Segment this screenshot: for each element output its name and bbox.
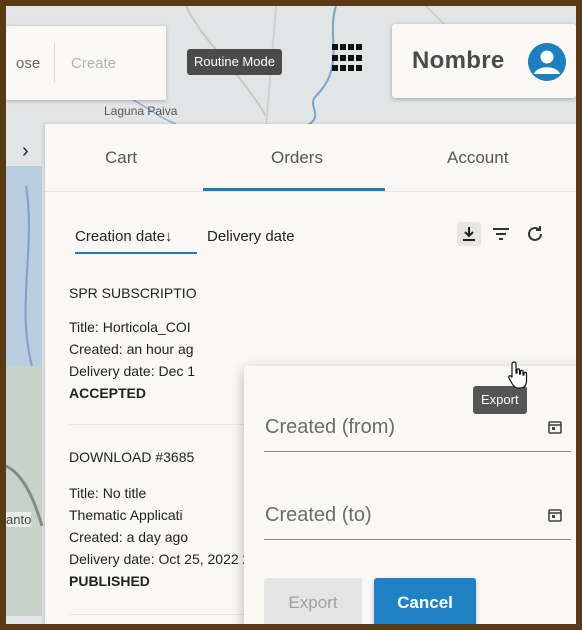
tab-account[interactable]: Account: [447, 148, 508, 168]
orders-panel: Cart Orders Account Creation date↓ Deliv…: [45, 124, 576, 624]
map-toolbar-card: ose Create: [6, 26, 166, 100]
active-sort-indicator: [75, 252, 197, 254]
filter-icon[interactable]: [489, 222, 513, 246]
created-from-label: Created (from): [265, 416, 396, 438]
export-button[interactable]: Export: [264, 578, 362, 624]
list-item[interactable]: SPR SUBSCRIPTIO Title: Horticola_COI Cre…: [69, 282, 197, 404]
created-to-field[interactable]: Created (to): [264, 494, 571, 540]
app-frame: ose Create Routine Mode Nombre Laguna Pa…: [6, 6, 576, 624]
create-button[interactable]: Create: [55, 55, 116, 72]
order-created: Created: an hour ag: [69, 341, 194, 357]
chevron-right-icon[interactable]: ›: [22, 140, 29, 163]
active-tab-indicator: [203, 188, 385, 191]
download-icon[interactable]: [457, 222, 481, 246]
sort-by-delivery-date[interactable]: Delivery date: [207, 228, 295, 245]
user-avatar-icon[interactable]: [528, 43, 566, 81]
cancel-button[interactable]: Cancel: [374, 578, 476, 624]
created-to-label: Created (to): [265, 504, 372, 526]
tab-cart[interactable]: Cart: [105, 148, 137, 168]
sort-by-creation-date[interactable]: Creation date↓: [75, 228, 173, 245]
tab-orders[interactable]: Orders: [271, 148, 323, 168]
hand-cursor-icon: [507, 360, 529, 390]
calendar-icon[interactable]: [547, 507, 563, 523]
order-id: SPR SUBSCRIPTIO: [69, 285, 197, 301]
calendar-icon[interactable]: [547, 419, 563, 435]
export-tooltip: Export: [473, 386, 527, 414]
close-button[interactable]: ose: [6, 55, 54, 72]
user-name: Nombre: [412, 47, 505, 74]
apps-grid-icon[interactable]: [332, 44, 362, 74]
tab-bar: Cart Orders Account: [45, 124, 576, 192]
routine-mode-badge[interactable]: Routine Mode: [187, 49, 282, 75]
user-card[interactable]: Nombre: [392, 24, 576, 98]
order-title: Title: Horticola_COI: [69, 319, 191, 335]
map-place-label: Laguna Paiva: [104, 104, 178, 118]
refresh-icon[interactable]: [523, 222, 547, 246]
order-status: ACCEPTED: [69, 385, 147, 401]
order-delivery-date: Delivery date: Dec 1: [69, 363, 196, 379]
map-side-label: anto: [6, 512, 32, 527]
